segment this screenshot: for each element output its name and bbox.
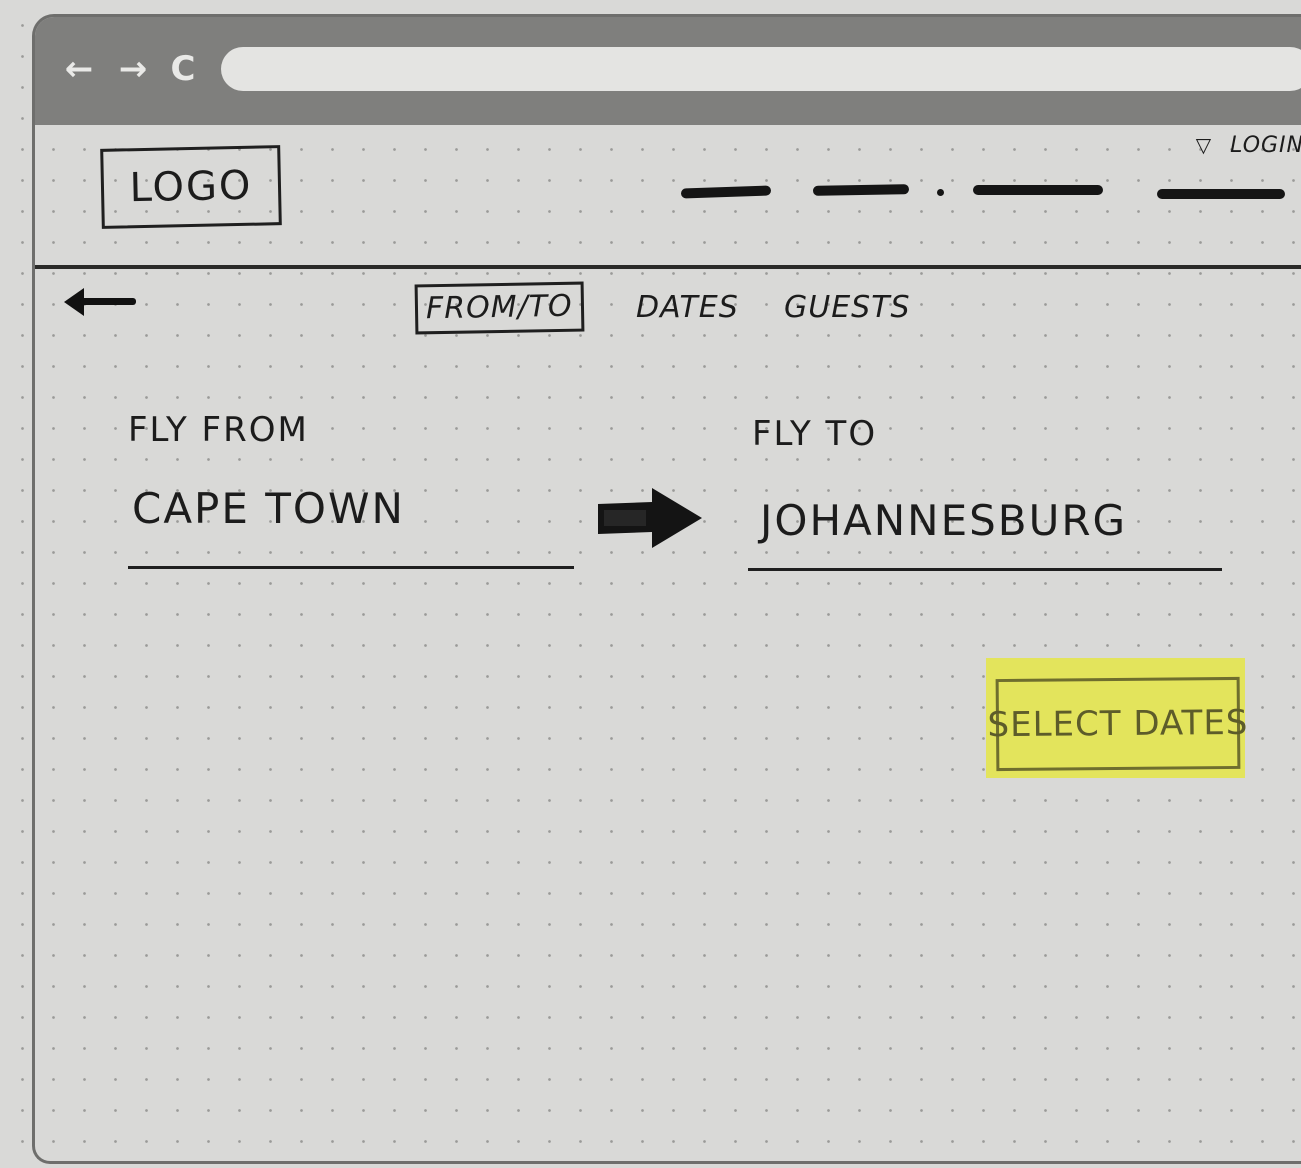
right-arrow-icon bbox=[598, 488, 702, 554]
forward-icon[interactable]: → bbox=[113, 49, 153, 89]
select-dates-highlight: SELECT DATES bbox=[986, 658, 1249, 778]
browser-window: ← → C LOGO ▽ LOGIN bbox=[32, 14, 1301, 1164]
browser-toolbar: ← → C bbox=[35, 17, 1301, 125]
fly-from-underline bbox=[128, 566, 574, 569]
back-icon[interactable]: ← bbox=[59, 49, 99, 89]
login-link[interactable]: ▽ LOGIN bbox=[1196, 133, 1301, 158]
select-dates-button[interactable]: SELECT DATES bbox=[987, 676, 1249, 772]
fly-to-label: FLY TO bbox=[752, 414, 878, 454]
login-label: LOGIN bbox=[1230, 133, 1301, 158]
nav-link-placeholder-3[interactable] bbox=[973, 185, 1103, 195]
nav-link-placeholder-2[interactable] bbox=[812, 184, 910, 196]
logo[interactable]: LOGO bbox=[100, 145, 282, 229]
back-arrow-icon[interactable] bbox=[62, 284, 142, 328]
nav-link-placeholder-1[interactable] bbox=[680, 185, 772, 199]
fly-from-label: FLY FROM bbox=[128, 410, 309, 450]
fly-to-underline bbox=[748, 568, 1222, 571]
reload-icon[interactable]: C bbox=[163, 49, 203, 89]
dropdown-triangle-icon: ▽ bbox=[1195, 133, 1213, 157]
site-header: LOGO ▽ LOGIN bbox=[35, 125, 1301, 269]
address-bar[interactable] bbox=[221, 47, 1301, 91]
fly-from-value[interactable]: CAPE TOWN bbox=[132, 484, 405, 533]
nav-separator-dot bbox=[937, 189, 944, 196]
fly-to-value[interactable]: JOHANNESBURG bbox=[760, 496, 1127, 545]
tab-guests[interactable]: GUESTS bbox=[784, 283, 911, 333]
tab-dates[interactable]: DATES bbox=[636, 283, 739, 333]
nav-link-placeholder-4[interactable] bbox=[1157, 189, 1285, 199]
tab-from-to[interactable]: FROM/TO bbox=[414, 281, 585, 335]
